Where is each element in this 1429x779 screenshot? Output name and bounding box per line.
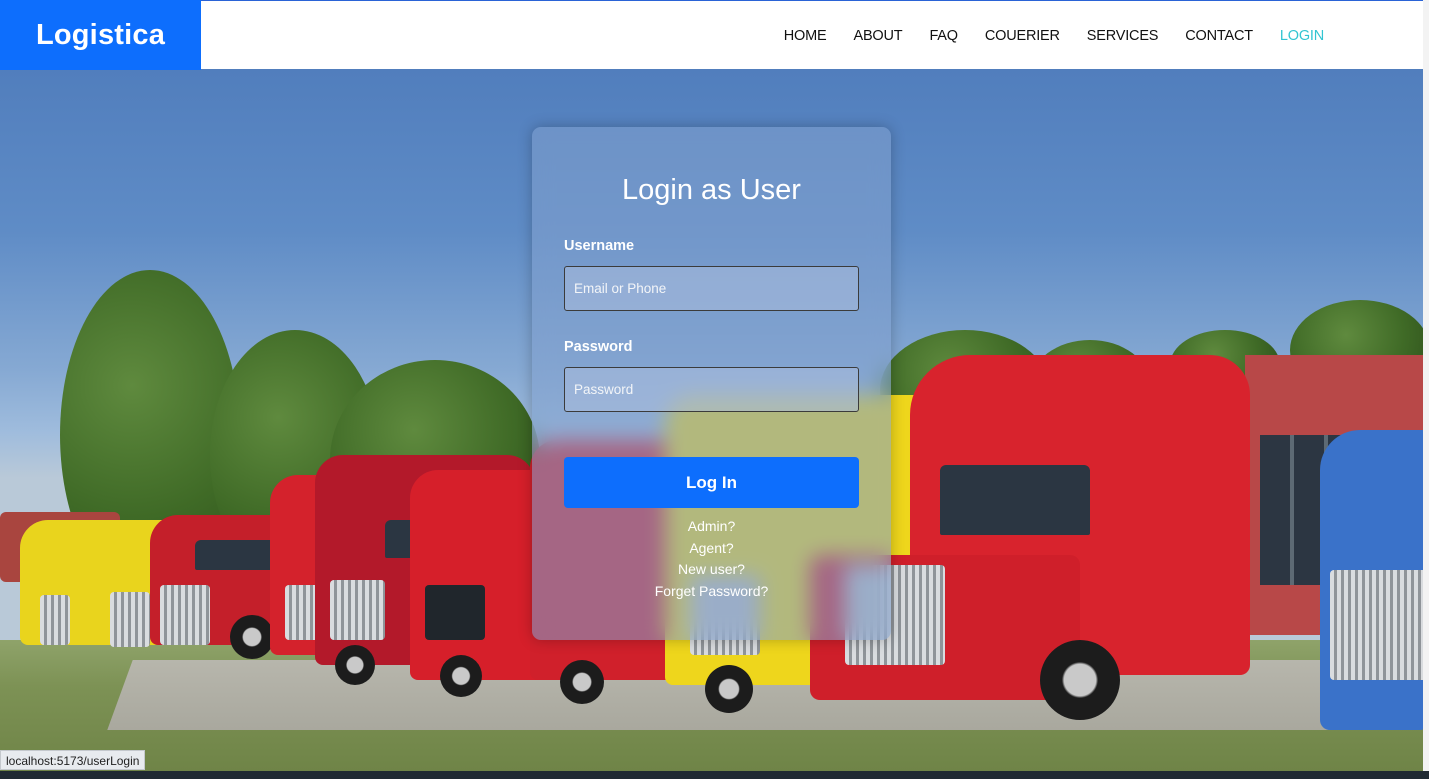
status-bar-url: localhost:5173/userLogin xyxy=(0,750,146,770)
nav-contact[interactable]: CONTACT xyxy=(1185,28,1253,44)
nav-services[interactable]: SERVICES xyxy=(1087,28,1159,44)
nav-home[interactable]: HOME xyxy=(784,28,827,44)
nav-login[interactable]: LOGIN xyxy=(1280,28,1324,44)
os-taskbar xyxy=(0,771,1429,779)
nav-faq[interactable]: FAQ xyxy=(929,28,958,44)
username-input[interactable] xyxy=(564,266,859,311)
admin-login-link[interactable]: Admin? xyxy=(532,516,891,538)
nav-courier[interactable]: COUERIER xyxy=(985,28,1060,44)
login-title: Login as User xyxy=(622,174,801,206)
username-label: Username xyxy=(564,238,635,254)
password-label: Password xyxy=(564,339,633,355)
agent-login-link[interactable]: Agent? xyxy=(532,538,891,560)
forgot-password-link[interactable]: Forget Password? xyxy=(532,581,891,603)
nav-about[interactable]: ABOUT xyxy=(853,28,902,44)
main-nav: HOME ABOUT FAQ COUERIER SERVICES CONTACT… xyxy=(757,1,1324,70)
password-input[interactable] xyxy=(564,367,859,412)
login-card: Login as User Username Password Log In A… xyxy=(532,127,891,640)
top-navbar: Logistica HOME ABOUT FAQ COUERIER SERVIC… xyxy=(0,0,1423,70)
page-scrollbar-gutter xyxy=(1423,0,1429,771)
login-links: Admin? Agent? New user? Forget Password? xyxy=(532,516,891,603)
brand-logo[interactable]: Logistica xyxy=(0,0,201,70)
login-button[interactable]: Log In xyxy=(564,457,859,508)
new-user-link[interactable]: New user? xyxy=(532,559,891,581)
